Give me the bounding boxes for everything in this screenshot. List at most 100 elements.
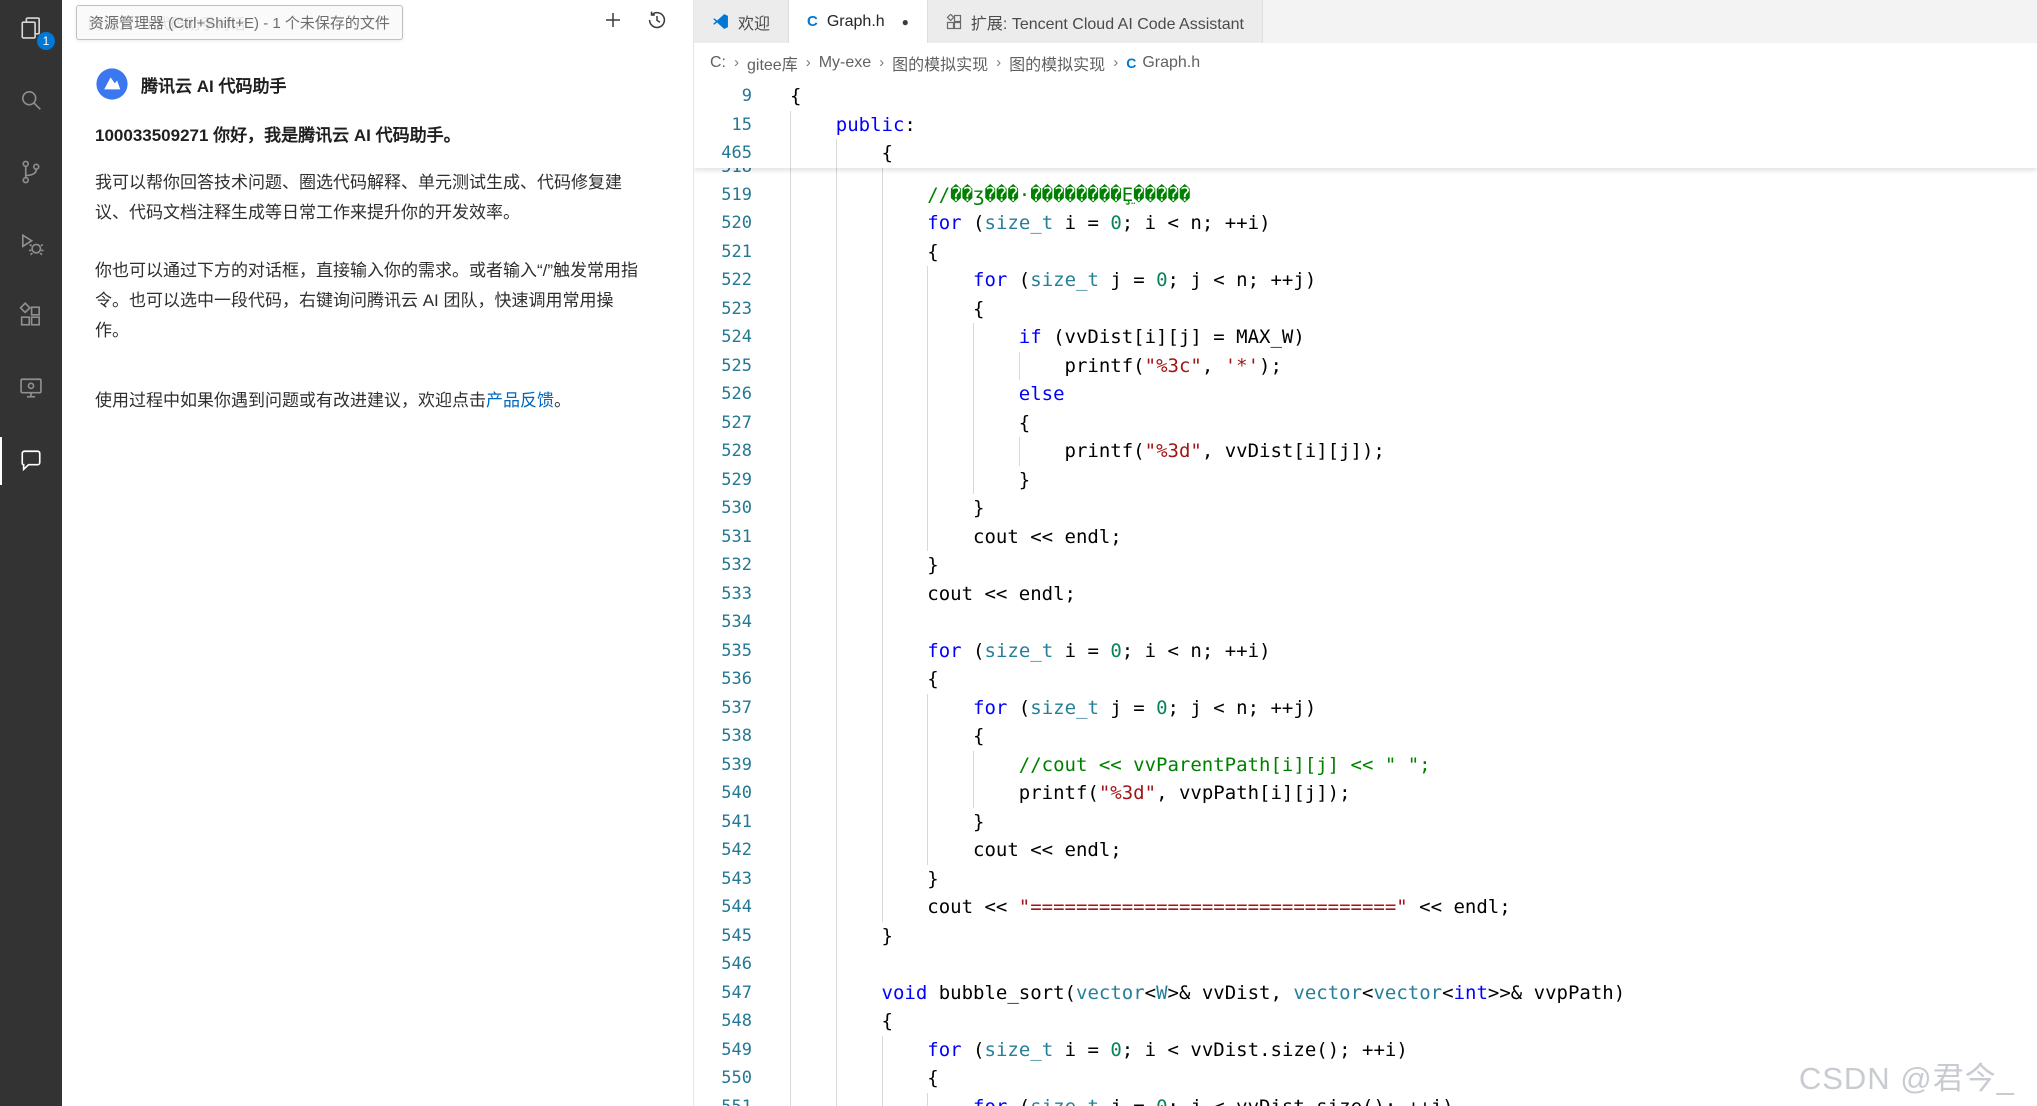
line-number[interactable]: 539: [694, 751, 752, 780]
tab-welcome[interactable]: 欢迎: [694, 0, 789, 43]
line-number[interactable]: 532: [694, 551, 752, 580]
line-number[interactable]: 529: [694, 466, 752, 495]
line-number[interactable]: 9: [694, 82, 752, 111]
line-number[interactable]: 540: [694, 779, 752, 808]
code-text[interactable]: [752, 608, 2037, 637]
activity-remote-explorer-button[interactable]: [0, 365, 62, 413]
code-line[interactable]: 534: [694, 608, 2037, 637]
code-text[interactable]: //cout << vvParentPath[i][j] << " ";: [752, 751, 2037, 780]
line-number[interactable]: 536: [694, 665, 752, 694]
line-number[interactable]: 547: [694, 979, 752, 1008]
code-text[interactable]: for (size_t i = 0; i < n; ++i): [752, 209, 2037, 238]
code-text[interactable]: for (size_t j = 0; j < n; ++j): [752, 266, 2037, 295]
code-line[interactable]: 536 {: [694, 665, 2037, 694]
line-number[interactable]: 534: [694, 608, 752, 637]
line-number[interactable]: 541: [694, 808, 752, 837]
breadcrumb-item[interactable]: 图的模拟实现: [1009, 51, 1105, 75]
line-number[interactable]: 550: [694, 1064, 752, 1093]
product-feedback-link[interactable]: 产品反馈: [486, 391, 554, 410]
code-text[interactable]: {: [752, 295, 2037, 324]
code-line[interactable]: 539 //cout << vvParentPath[i][j] << " ";: [694, 751, 2037, 780]
code-line[interactable]: 547 void bubble_sort(vector<W>& vvDist, …: [694, 979, 2037, 1008]
line-number[interactable]: 549: [694, 1036, 752, 1065]
code-editor[interactable]: 9{15 public:465 { 518 519 //��ӡ���·�����…: [694, 82, 2037, 1106]
new-chat-button[interactable]: [599, 7, 627, 35]
activity-ai-chat-button[interactable]: [0, 437, 62, 485]
code-text[interactable]: }: [752, 551, 2037, 580]
code-text[interactable]: {: [752, 409, 2037, 438]
code-text[interactable]: for (size_t j = 0; j < n; ++j): [752, 694, 2037, 723]
line-number[interactable]: 521: [694, 238, 752, 267]
breadcrumb-item[interactable]: C:: [710, 54, 726, 72]
activity-source-control-button[interactable]: [0, 149, 62, 197]
code-line[interactable]: 519 //��ӡ���·��������Ȩֵ�����: [694, 181, 2037, 210]
code-line[interactable]: 524 if (vvDist[i][j] = MAX_W): [694, 323, 2037, 352]
line-number[interactable]: 528: [694, 437, 752, 466]
code-line[interactable]: 525 printf("%3c", '*');: [694, 352, 2037, 381]
code-line[interactable]: 465 {: [694, 139, 2037, 168]
breadcrumb-item[interactable]: gitee库: [747, 51, 798, 75]
line-number[interactable]: 520: [694, 209, 752, 238]
code-text[interactable]: cout << endl;: [752, 523, 2037, 552]
line-number[interactable]: 525: [694, 352, 752, 381]
code-text[interactable]: {: [752, 665, 2037, 694]
modified-indicator[interactable]: ●: [902, 15, 909, 29]
code-text[interactable]: {: [752, 238, 2037, 267]
line-number[interactable]: 535: [694, 637, 752, 666]
activity-run-debug-button[interactable]: [0, 221, 62, 269]
code-text[interactable]: //��ӡ���·��������Ȩֵ�����: [752, 181, 2037, 210]
code-line[interactable]: 532 }: [694, 551, 2037, 580]
code-text[interactable]: {: [752, 1007, 2037, 1036]
code-line[interactable]: 546: [694, 950, 2037, 979]
code-text[interactable]: if (vvDist[i][j] = MAX_W): [752, 323, 2037, 352]
line-number[interactable]: 465: [694, 139, 752, 168]
tab-graph-h[interactable]: C Graph.h ●: [789, 0, 928, 43]
activity-extensions-button[interactable]: [0, 293, 62, 341]
activity-search-button[interactable]: [0, 77, 62, 125]
line-number[interactable]: 531: [694, 523, 752, 552]
code-text[interactable]: printf("%3c", '*');: [752, 352, 2037, 381]
line-number[interactable]: 543: [694, 865, 752, 894]
breadcrumb-file[interactable]: C Graph.h: [1126, 54, 1200, 72]
code-line[interactable]: 530 }: [694, 494, 2037, 523]
code-text[interactable]: [752, 950, 2037, 979]
line-number[interactable]: 530: [694, 494, 752, 523]
line-number[interactable]: 548: [694, 1007, 752, 1036]
code-text[interactable]: cout << endl;: [752, 580, 2037, 609]
code-line[interactable]: 531 cout << endl;: [694, 523, 2037, 552]
code-line[interactable]: 544 cout << "===========================…: [694, 893, 2037, 922]
line-number[interactable]: 533: [694, 580, 752, 609]
code-text[interactable]: {: [752, 82, 2037, 111]
line-number[interactable]: 15: [694, 111, 752, 140]
history-button[interactable]: [643, 7, 671, 35]
code-line[interactable]: 545 }: [694, 922, 2037, 951]
code-line[interactable]: 537 for (size_t j = 0; j < n; ++j): [694, 694, 2037, 723]
line-number[interactable]: 518: [694, 168, 752, 181]
code-line[interactable]: 526 else: [694, 380, 2037, 409]
breadcrumb-item[interactable]: 图的模拟实现: [892, 51, 988, 75]
line-number[interactable]: 523: [694, 295, 752, 324]
code-text[interactable]: {: [752, 722, 2037, 751]
code-line[interactable]: 529 }: [694, 466, 2037, 495]
code-line[interactable]: 533 cout << endl;: [694, 580, 2037, 609]
code-text[interactable]: printf("%3d", vvpPath[i][j]);: [752, 779, 2037, 808]
line-number[interactable]: 546: [694, 950, 752, 979]
code-text[interactable]: }: [752, 865, 2037, 894]
code-text[interactable]: void bubble_sort(vector<W>& vvDist, vect…: [752, 979, 2037, 1008]
code-text[interactable]: cout << endl;: [752, 836, 2037, 865]
code-text[interactable]: cout << "===============================…: [752, 893, 2037, 922]
code-line[interactable]: 520 for (size_t i = 0; i < n; ++i): [694, 209, 2037, 238]
code-line[interactable]: 518: [694, 168, 2037, 181]
line-number[interactable]: 522: [694, 266, 752, 295]
code-line[interactable]: 9{: [694, 82, 2037, 111]
code-text[interactable]: public:: [752, 111, 2037, 140]
line-number[interactable]: 526: [694, 380, 752, 409]
code-text[interactable]: {: [752, 139, 2037, 168]
code-line[interactable]: 521 {: [694, 238, 2037, 267]
code-text[interactable]: else: [752, 380, 2037, 409]
line-number[interactable]: 537: [694, 694, 752, 723]
code-line[interactable]: 527 {: [694, 409, 2037, 438]
code-line[interactable]: 548 {: [694, 1007, 2037, 1036]
line-number[interactable]: 551: [694, 1093, 752, 1106]
line-number[interactable]: 544: [694, 893, 752, 922]
